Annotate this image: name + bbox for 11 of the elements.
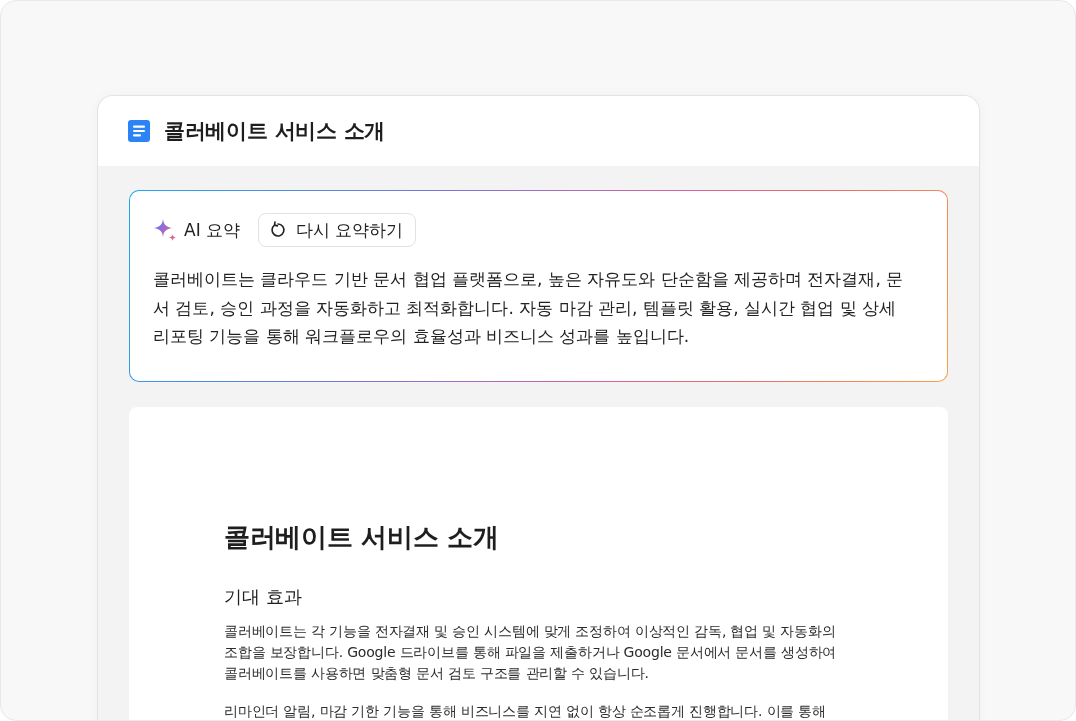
page-title: 콜러베이트 서비스 소개	[224, 521, 500, 554]
body-paragraph: 콜러베이트는 각 기능을 전자결재 및 승인 시스템에 맞게 조정하여 이상적인 감독, 협업 및 자동화의 조합을 보장합니다. Google 드라이브를 통해 파일을 제출하거나 Google 문서에서 문서를 생성하여 콜러베이트를 사용하면 맞춤형 문서 검토 구조를 관리할 수 있습니다.	[224, 622, 838, 683]
body-paragraph: 리마인더 알림, 마감 기한 기능을 통해 비즈니스를 지연 없이 항상 순조롭게 진행합니다. 이를 통해	[224, 702, 827, 720]
document-title: 콜러베이트 서비스 소개	[164, 118, 386, 145]
resummarize-button[interactable]: 다시 요약하기	[258, 213, 417, 247]
refresh-icon	[269, 221, 288, 239]
ai-summary-label: AI 요약	[184, 218, 241, 242]
summary-text: 콜러베이트는 클라우드 기반 문서 협업 플랫폼으로, 높은 자유도와 단순함을 제공하며 전자결재, 문서 검토, 승인 과정을 자동화하고 최적화합니다. 자동 마감 관리, 템플릿 활용, 실시간 협업 및 상세 리포팅 기능을 통해 워크플로우의 효율성과 비즈니스 성과를 높입니다.	[153, 268, 905, 348]
sparkle-icon	[153, 218, 177, 242]
section-heading: 기대 효과	[224, 585, 303, 609]
document-icon	[128, 120, 150, 142]
